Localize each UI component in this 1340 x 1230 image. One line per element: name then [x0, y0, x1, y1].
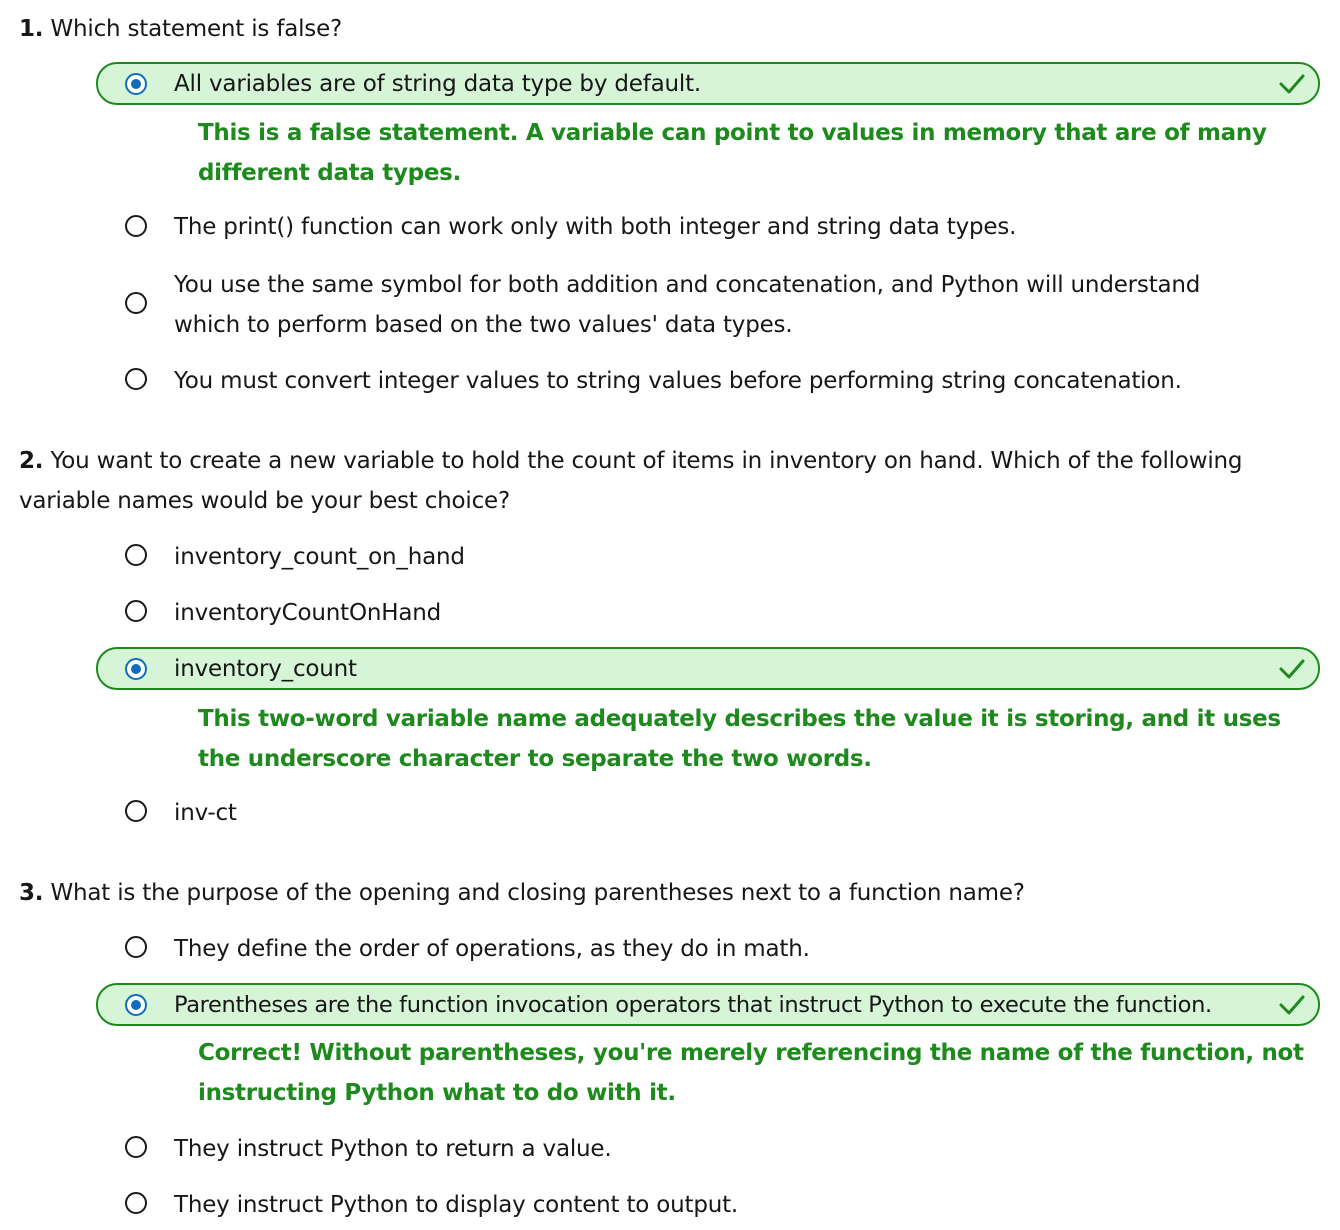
- answer-option[interactable]: You must convert integer values to strin…: [96, 360, 1320, 400]
- radio-button-icon[interactable]: [125, 73, 147, 95]
- question-title: 3. What is the purpose of the opening an…: [19, 873, 1337, 913]
- radio-button-icon[interactable]: [125, 1192, 147, 1214]
- feedback-text: This is a false statement. A variable ca…: [198, 120, 1267, 186]
- feedback-text: Correct! Without parentheses, you're mer…: [198, 1040, 1304, 1106]
- question-number: 2.: [19, 448, 44, 474]
- answer-option[interactable]: They define the order of operations, as …: [96, 928, 1320, 968]
- option-label: You must convert integer values to strin…: [174, 368, 1182, 394]
- question-number: 1.: [19, 16, 44, 42]
- option-label: The print() function can work only with …: [174, 214, 1017, 240]
- radio-button-icon[interactable]: [125, 658, 147, 680]
- option-label: inventory_count: [174, 656, 357, 682]
- checkmark-icon: [1279, 74, 1305, 94]
- answer-option[interactable]: The print() function can work only with …: [96, 206, 1320, 246]
- feedback-text: This two-word variable name adequately d…: [198, 706, 1281, 772]
- option-label: Parentheses are the function invocation …: [174, 992, 1212, 1018]
- radio-button-icon[interactable]: [125, 292, 147, 314]
- question-number: 3.: [19, 880, 44, 906]
- answer-option-selected[interactable]: Parentheses are the function invocation …: [96, 983, 1320, 1026]
- question-text: What is the purpose of the opening and c…: [50, 880, 1025, 906]
- answer-option[interactable]: inv-ct: [96, 792, 1320, 832]
- checkmark-icon: [1279, 659, 1305, 679]
- radio-button-icon[interactable]: [125, 600, 147, 622]
- answer-option[interactable]: They instruct Python to return a value.: [96, 1128, 1320, 1168]
- answer-option[interactable]: They instruct Python to display content …: [96, 1184, 1320, 1224]
- option-label: inv-ct: [174, 800, 237, 826]
- checkmark-icon: [1279, 995, 1305, 1015]
- option-label: They instruct Python to return a value.: [174, 1136, 612, 1162]
- option-label: They define the order of operations, as …: [174, 936, 810, 962]
- option-label: All variables are of string data type by…: [174, 71, 701, 97]
- answer-option-selected[interactable]: All variables are of string data type by…: [96, 62, 1320, 105]
- answer-option[interactable]: You use the same symbol for both additio…: [96, 264, 1320, 344]
- option-label: You use the same symbol for both additio…: [174, 272, 1201, 338]
- answer-option-selected[interactable]: inventory_count: [96, 647, 1320, 690]
- radio-button-icon[interactable]: [125, 368, 147, 390]
- option-label: inventory_count_on_hand: [174, 544, 465, 570]
- option-label: inventoryCountOnHand: [174, 600, 442, 626]
- answer-option[interactable]: inventory_count_on_hand: [96, 536, 1320, 576]
- option-label: They instruct Python to display content …: [174, 1192, 739, 1218]
- answer-option[interactable]: inventoryCountOnHand: [96, 592, 1320, 632]
- question-title: 1. Which statement is false?: [19, 9, 1337, 49]
- radio-button-icon[interactable]: [125, 544, 147, 566]
- radio-button-icon[interactable]: [125, 215, 147, 237]
- radio-button-icon[interactable]: [125, 994, 147, 1016]
- radio-button-icon[interactable]: [125, 800, 147, 822]
- question-title: 2. You want to create a new variable to …: [19, 441, 1337, 521]
- question-text: Which statement is false?: [50, 16, 343, 42]
- question-text: You want to create a new variable to hol…: [19, 448, 1243, 514]
- radio-button-icon[interactable]: [125, 936, 147, 958]
- radio-button-icon[interactable]: [125, 1136, 147, 1158]
